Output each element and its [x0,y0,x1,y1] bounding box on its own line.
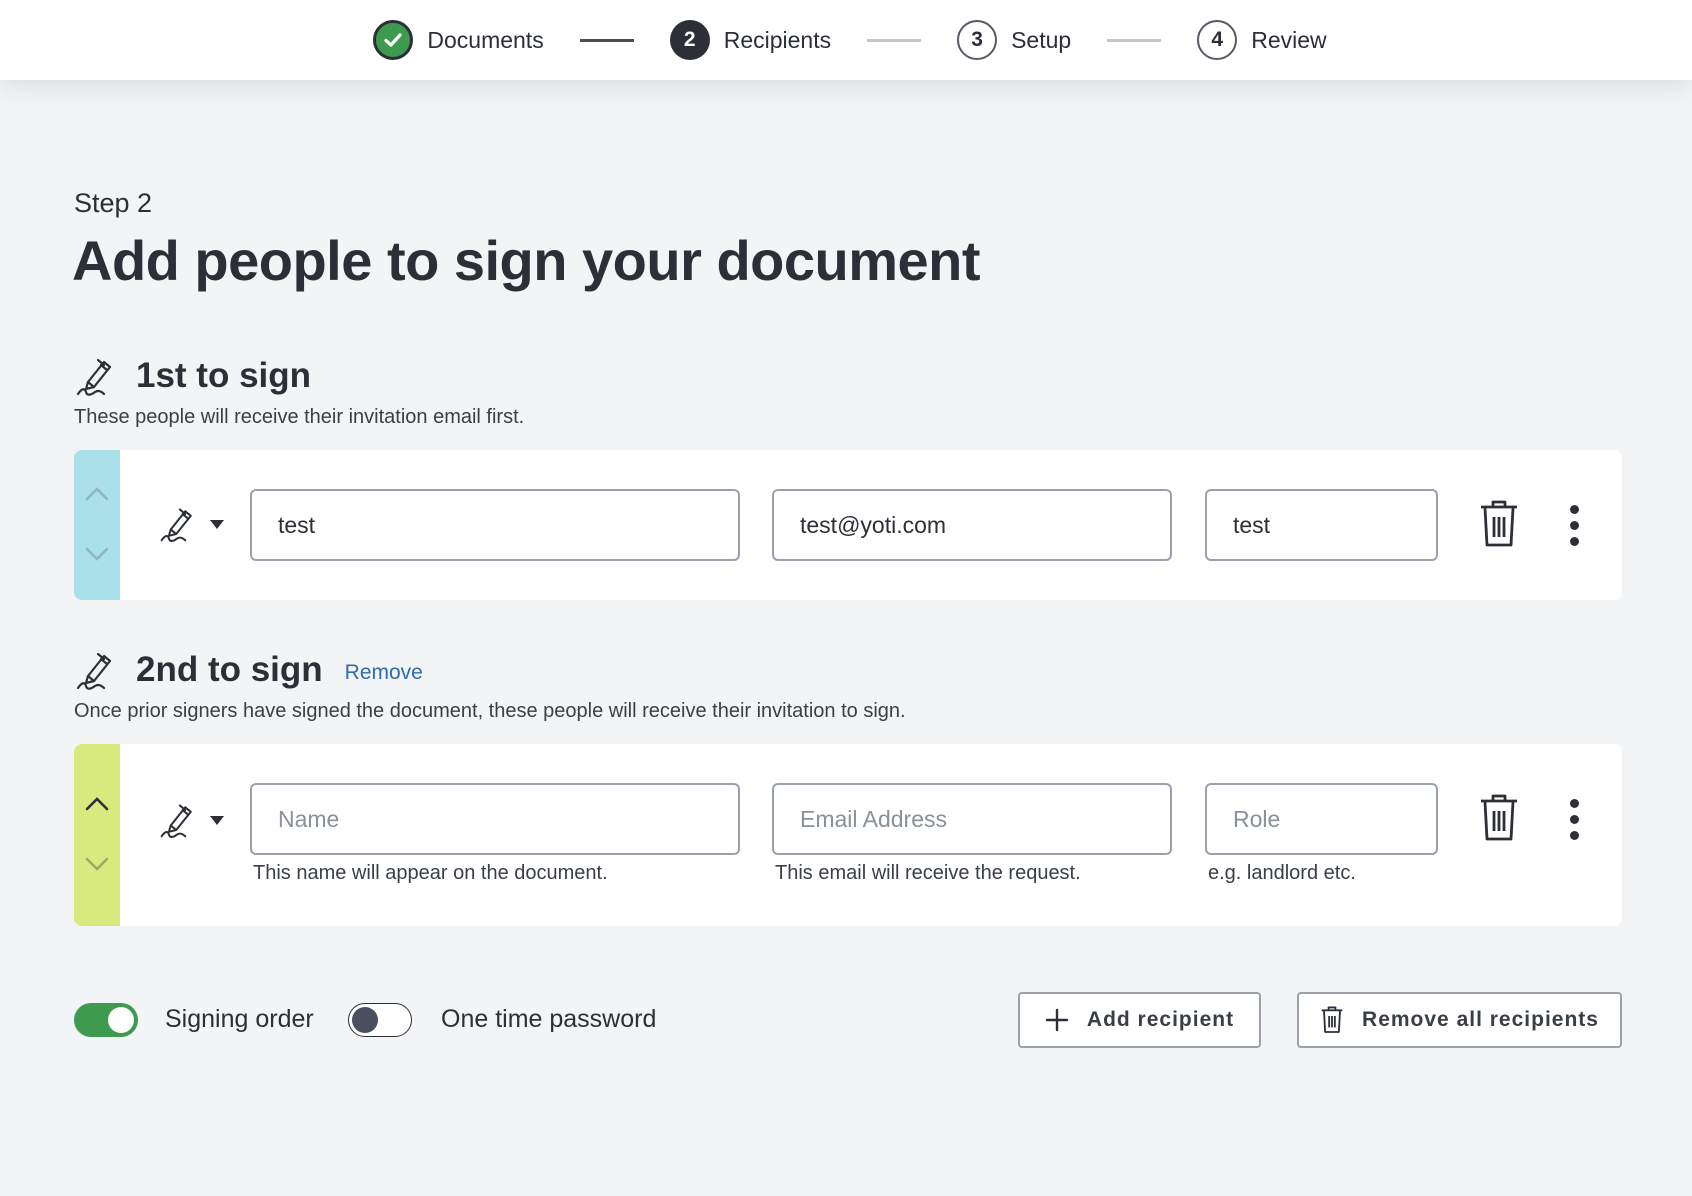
step-recipients[interactable]: 2 Recipients [669,20,832,60]
otp-toggle[interactable] [348,1003,412,1037]
remove-all-label: Remove all recipients [1362,1008,1599,1031]
signing-group-header: 2nd to sign Remove [74,648,423,692]
step-documents[interactable]: Documents [373,20,544,60]
step-connector [579,38,634,42]
signature-pen-icon [160,508,192,542]
step-connector [867,38,922,42]
remove-group-link[interactable]: Remove [345,661,423,685]
page-title: Add people to sign your document [72,229,981,292]
step-indicator: Step 2 [74,188,153,218]
trash-icon[interactable] [1478,500,1520,548]
reorder-strip [74,744,120,926]
recipient-row: This name will appear on the document. T… [74,744,1622,926]
chevron-up-icon[interactable] [83,483,111,503]
step-review[interactable]: 4 Review [1197,20,1327,60]
more-options-icon[interactable] [1568,799,1580,841]
email-hint: This email will receive the request. [775,862,1081,884]
add-recipient-label: Add recipient [1086,1008,1235,1031]
step-label: Recipients [723,26,832,53]
step-connector [1107,38,1162,42]
toggle-knob [108,1007,134,1033]
check-icon [373,20,414,60]
signing-order-toggle[interactable] [74,1003,138,1037]
recipient-row [74,450,1622,600]
email-field[interactable] [772,489,1172,561]
step-number: 2 [669,20,710,60]
step-label: Setup [1011,26,1072,53]
trash-icon[interactable] [1478,794,1520,842]
name-field[interactable] [250,783,740,855]
group-title: 1st to sign [136,356,312,395]
otp-label: One time password [441,1005,657,1033]
reorder-strip [74,450,120,600]
signing-order-label: Signing order [165,1005,314,1033]
toggle-knob [352,1007,378,1033]
step-number: 4 [1197,20,1238,60]
email-field[interactable] [772,783,1172,855]
trash-icon [1321,1006,1343,1033]
signer-type-dropdown[interactable] [158,800,224,840]
name-hint: This name will appear on the document. [253,862,608,884]
caret-down-icon [210,815,224,825]
group-title: 2nd to sign [136,650,323,689]
signature-pen-icon [160,804,192,838]
name-field[interactable] [250,489,740,561]
signature-pen-icon [76,358,112,396]
plus-icon [1045,1008,1069,1032]
progress-stepper: Documents 2 Recipients 3 Setup 4 Review [0,0,1692,80]
step-number: 3 [957,20,998,60]
group-description: Once prior signers have signed the docum… [74,700,906,722]
step-label: Documents [427,26,544,53]
more-options-icon[interactable] [1568,505,1580,547]
remove-all-recipients-button[interactable]: Remove all recipients [1297,992,1622,1048]
add-recipient-button[interactable]: Add recipient [1018,992,1261,1048]
chevron-down-icon[interactable] [83,855,111,875]
signer-type-dropdown[interactable] [158,504,224,544]
chevron-down-icon[interactable] [83,545,111,565]
caret-down-icon [210,519,224,529]
signing-group-header: 1st to sign [74,354,311,398]
chevron-up-icon[interactable] [83,793,111,813]
step-label: Review [1251,26,1327,53]
role-field[interactable] [1205,783,1438,855]
group-description: These people will receive their invitati… [74,406,525,428]
signature-pen-icon [76,652,112,690]
step-setup[interactable]: 3 Setup [957,20,1071,60]
role-hint: e.g. landlord etc. [1208,862,1356,884]
role-field[interactable] [1205,489,1438,561]
